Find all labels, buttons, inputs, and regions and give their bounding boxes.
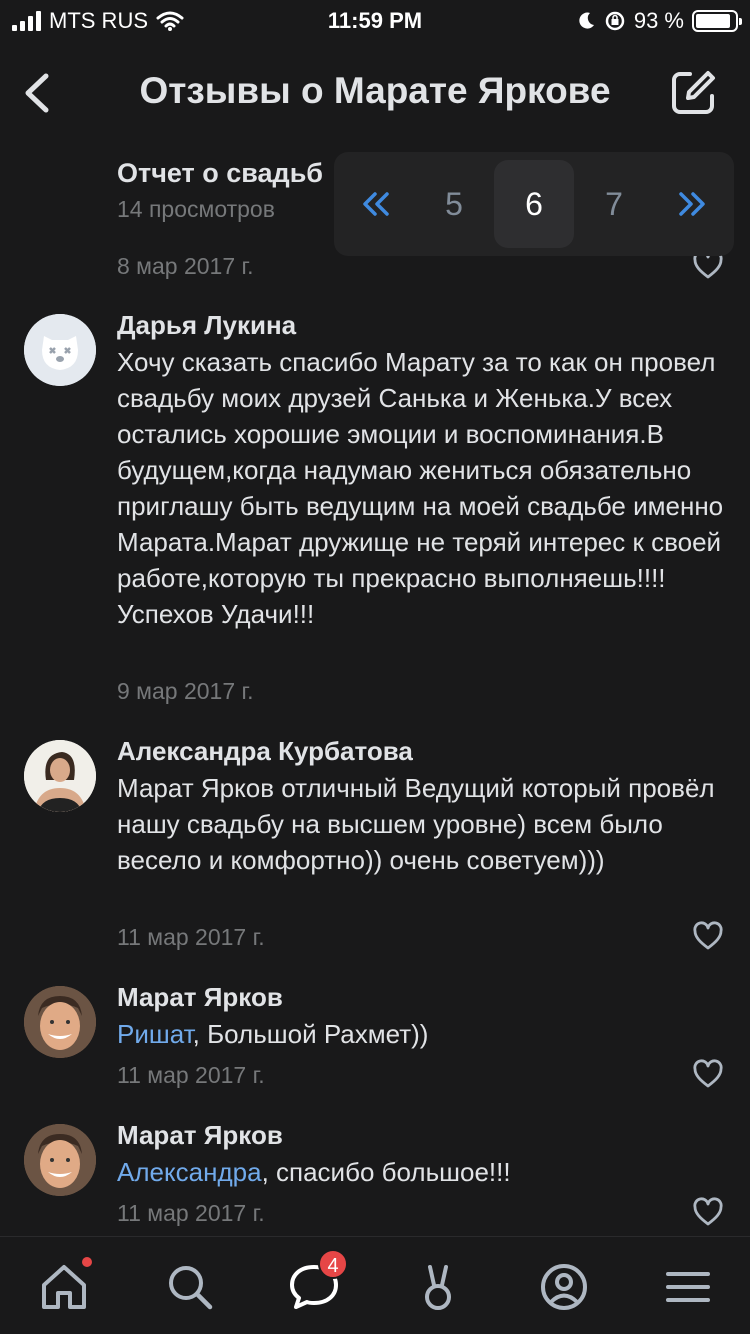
double-chevron-left-icon [363,192,389,216]
like-icon[interactable] [692,1059,724,1089]
notification-dot [82,1257,92,1267]
compose-button[interactable] [668,68,718,118]
tab-search[interactable] [160,1257,220,1317]
pagination-next-button[interactable] [652,160,732,248]
topic-title: Отчет о свадьб [117,158,323,188]
topic-views: 14 просмотров [117,196,275,222]
profile-icon [541,1264,587,1310]
moon-icon [579,12,594,29]
comment-date: 11 мар 2017 г. [117,1062,265,1088]
dog-avatar-icon [24,314,96,386]
page-title: Отзывы о Марате Яркове [139,70,611,111]
avatar[interactable] [24,1124,96,1196]
page-6-button[interactable]: 6 [494,160,574,248]
comment-date: 11 мар 2017 г. [117,924,265,950]
page-5-button[interactable]: 5 [414,160,494,248]
status-bar: MTS RUS 11:59 PM 93 % [0,0,750,40]
double-chevron-right-icon [679,192,705,216]
reply-mention-link[interactable]: Ришат [117,1019,193,1049]
avatar[interactable] [24,740,96,812]
comment-author[interactable]: Марат Ярков [117,982,283,1013]
user-photo-icon [24,986,96,1058]
tab-profile[interactable] [534,1257,594,1317]
comment-author[interactable]: Дарья Лукина [117,310,296,341]
tab-messages[interactable]: 4 [284,1249,348,1317]
nav-header: Отзывы о Марате Яркове [0,48,750,140]
avatar[interactable] [24,986,96,1058]
search-icon [169,1266,213,1310]
rotation-lock-icon [605,11,625,31]
like-icon[interactable] [692,1197,724,1227]
battery-percent: 93 % [633,8,684,33]
reply-text: , Большой Рахмет)) [192,1019,429,1049]
comment-author[interactable]: Александра Курбатова [117,736,413,767]
messages-badge: 4 [318,1249,348,1279]
pagination-prev-button[interactable] [336,160,416,248]
battery-icon [692,10,742,32]
tab-home[interactable] [34,1257,94,1317]
comment-text: Александра, спасибо большое!!! [117,1154,727,1190]
like-icon[interactable] [692,921,724,951]
user-photo-icon [24,1124,96,1196]
comment-date: 11 мар 2017 г. [117,1200,265,1226]
tab-clips[interactable] [408,1257,468,1317]
clips-icon [425,1265,451,1310]
comment-author[interactable]: Марат Ярков [117,1120,283,1151]
reply-text: , спасибо большое!!! [261,1157,511,1187]
topic-date: 8 мар 2017 г. [117,253,254,279]
avatar[interactable] [24,314,96,386]
tab-bar: 4 [0,1236,750,1334]
comment-date: 9 мар 2017 г. [117,678,254,704]
reply-mention-link[interactable]: Александра [117,1157,262,1187]
page-7-button[interactable]: 7 [574,160,654,248]
comment-text: Хочу сказать спасибо Марату за то как он… [117,347,724,629]
comment-text: Марат Ярков отличный Ведущий который про… [117,773,715,875]
comment-text: Ришат, Большой Рахмет)) [117,1016,727,1052]
menu-icon [666,1272,710,1302]
pagination: 5 6 7 [334,152,734,256]
user-photo-icon [24,740,96,812]
tab-menu[interactable] [658,1257,718,1317]
